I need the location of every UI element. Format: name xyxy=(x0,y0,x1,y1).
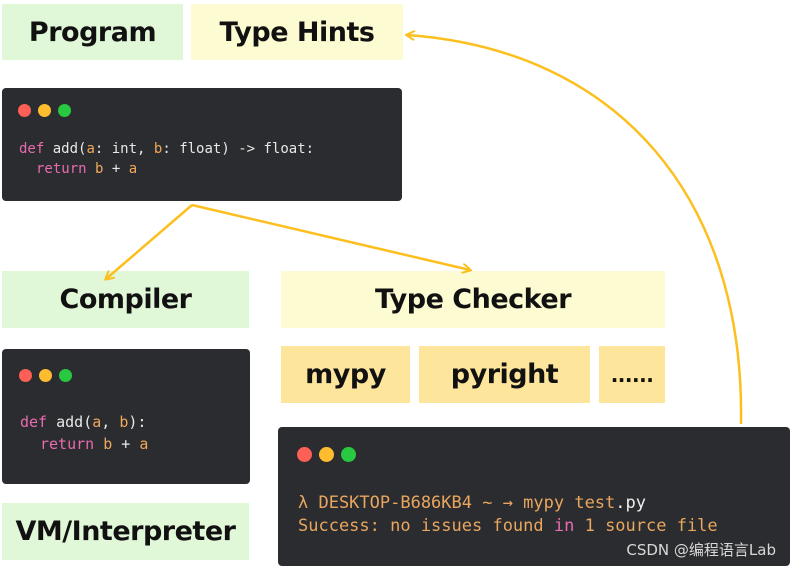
arrows xyxy=(0,0,743,425)
arrow-to-type-hints xyxy=(407,35,743,425)
arrow-to-compiler xyxy=(106,204,193,279)
arrow-to-type-checker xyxy=(191,203,470,270)
